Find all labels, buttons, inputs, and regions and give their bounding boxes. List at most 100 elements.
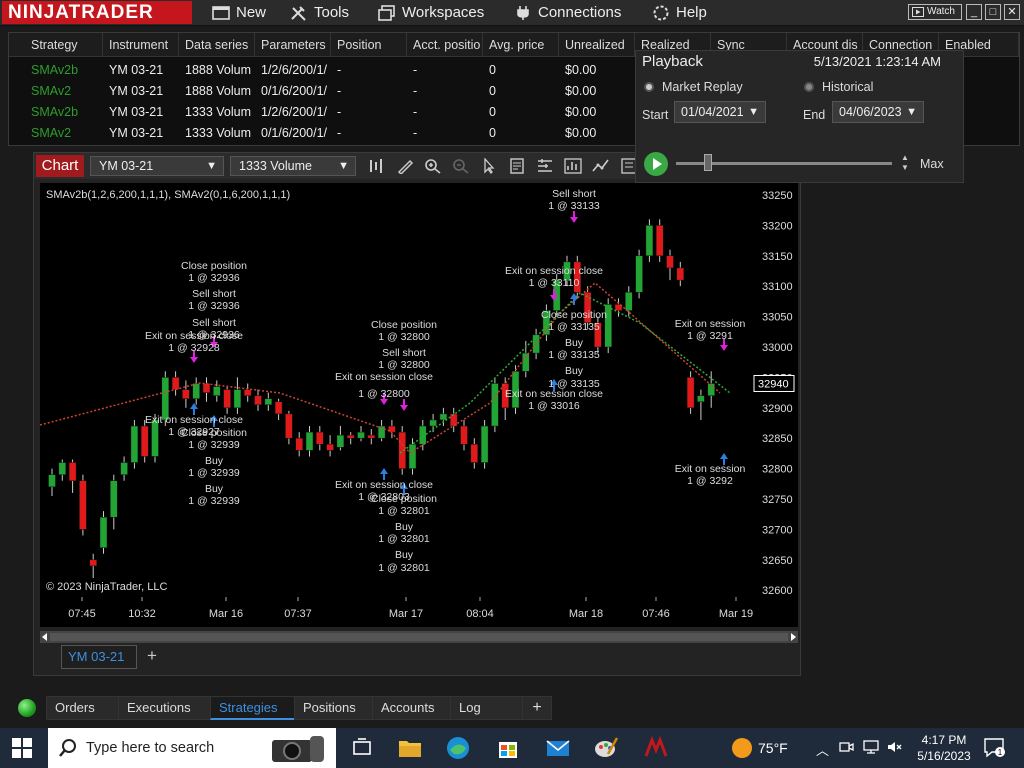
chart-window-label[interactable]: Chart [36, 155, 84, 177]
execution-annotation-label: Exit on session close [335, 371, 433, 383]
sell-arrow-icon [570, 211, 578, 223]
playback-speed-slider-thumb[interactable] [704, 154, 713, 171]
minimize-button[interactable]: _ [966, 4, 982, 20]
column-header-acct-position[interactable]: Acct. positio [407, 33, 483, 57]
edge-browser-icon[interactable] [444, 734, 472, 762]
microsoft-store-icon[interactable] [494, 734, 522, 762]
play-button[interactable] [644, 152, 668, 176]
execution-annotation-label: Exit on session close [335, 479, 433, 491]
candle-body [264, 398, 273, 406]
taskbar-clock[interactable]: 4:17 PM 5/16/2023 [912, 732, 976, 764]
table-row[interactable]: SMAv2b YM 03-21 1333 Volum 1/2/6/200/1/ … [9, 102, 637, 123]
zoom-out-icon[interactable] [452, 158, 470, 174]
market-replay-radio[interactable]: Market Replay [644, 80, 743, 94]
column-header-parameters[interactable]: Parameters [255, 33, 331, 57]
tab-ym-03-21[interactable]: YM 03-21 [61, 645, 137, 669]
tab-log[interactable]: Log [450, 696, 524, 720]
bar-type-icon[interactable] [368, 158, 386, 174]
notifications-icon[interactable]: 1 [984, 738, 1006, 758]
chevron-up-icon[interactable]: ︿ [816, 740, 829, 759]
windows-start-icon[interactable] [12, 738, 32, 758]
candle-body [635, 255, 643, 293]
maximize-button[interactable]: □ [985, 4, 1001, 20]
paint-icon[interactable] [592, 734, 620, 762]
connections-plug-icon [517, 6, 529, 20]
execution-annotation-label: Close position [371, 493, 437, 505]
zoom-in-icon[interactable] [424, 158, 442, 174]
scroll-right-icon[interactable] [789, 633, 797, 641]
execution-annotation-label: Buy [565, 365, 584, 377]
cell-acct-position: - [413, 63, 418, 77]
table-row[interactable]: SMAv2 YM 03-21 1333 Volum 0/1/6/200/1/ -… [9, 123, 637, 144]
menu-new[interactable]: New [212, 2, 266, 24]
instrument-selector[interactable]: YM 03-21 ▼ [90, 156, 224, 176]
chart-horizontal-scrollbar[interactable] [40, 631, 798, 643]
menu-connections[interactable]: Connections [514, 2, 621, 24]
time-tick-label: Mar 17 [389, 608, 423, 620]
column-header-unrealized[interactable]: Unrealized [559, 33, 635, 57]
historical-radio[interactable]: Historical [804, 80, 873, 94]
column-header-position[interactable]: Position [331, 33, 407, 57]
tab-executions[interactable]: Executions [118, 696, 212, 720]
time-axis[interactable]: 07:45 10:32 Mar 16 07:37 Mar 17 08:04 Mar 18 07… [40, 597, 798, 627]
execution-annotation-label: 1 @ 32801 [378, 562, 430, 574]
scroll-left-icon[interactable] [41, 633, 49, 641]
speed-spinner[interactable]: ▲ ▼ [899, 153, 911, 175]
mail-icon[interactable] [544, 734, 572, 762]
interval-selector[interactable]: 1333 Volume ▼ [230, 156, 356, 176]
table-row[interactable]: SMAv2 YM 03-21 1888 Volum 0/1/6/200/1/ -… [9, 81, 637, 102]
candle-body [697, 395, 705, 402]
bottom-tab-bar: Orders Executions Strategies Positions A… [8, 696, 1020, 720]
volume-muted-icon[interactable] [886, 739, 902, 755]
indicators-icon[interactable] [592, 158, 610, 174]
chart-plot-area[interactable]: Close position 1 @ 32936 Sell short 1 @ 329… [40, 183, 750, 597]
cell-data-series: 1888 Volum [185, 84, 252, 98]
weather-widget[interactable]: 75°F [732, 738, 788, 758]
end-date-picker[interactable]: 04/06/2023 ▼ [832, 101, 924, 123]
column-header-data-series[interactable]: Data series [179, 33, 255, 57]
drawing-tool-icon[interactable] [396, 158, 414, 174]
meet-now-icon[interactable] [838, 739, 854, 755]
execution-annotation-label: 1 @ 33135 [548, 349, 600, 361]
menu-tools[interactable]: Tools [290, 2, 349, 24]
tab-strategies[interactable]: Strategies [210, 696, 296, 720]
candle-body [439, 413, 448, 421]
price-axis[interactable]: 3325033200331503310033050330003295032900… [750, 183, 798, 597]
chart-trader-icon[interactable] [536, 158, 554, 174]
cell-parameters: 1/2/6/200/1/ [261, 63, 328, 77]
column-header-avg-price[interactable]: Avg. price [483, 33, 559, 57]
file-explorer-icon[interactable] [396, 734, 424, 762]
menu-workspaces-label: Workspaces [402, 4, 485, 21]
start-date-picker[interactable]: 01/04/2021 ▼ [674, 101, 766, 123]
add-tab-button[interactable]: + [522, 696, 552, 720]
candle-body [243, 389, 252, 396]
column-header-instrument[interactable]: Instrument [103, 33, 179, 57]
execution-annotation-label: Exit on session close [505, 265, 603, 277]
ninjatrader-app-icon[interactable] [642, 734, 670, 762]
menu-tools-label: Tools [314, 4, 350, 21]
menu-help[interactable]: Help [652, 2, 707, 24]
execution-annotation-label: Buy [565, 337, 584, 349]
windows-taskbar: Type here to search 75°F ︿ 4:17 PM 5/16/… [0, 728, 1024, 768]
column-header-strategy[interactable]: Strategy [25, 33, 103, 57]
clock-date: 5/16/2023 [917, 749, 971, 763]
task-view-icon[interactable] [348, 734, 376, 762]
watch-button[interactable]: Watch [908, 4, 962, 20]
data-box-icon[interactable] [508, 158, 526, 174]
tab-orders[interactable]: Orders [46, 696, 120, 720]
menu-workspaces[interactable]: Workspaces [378, 2, 484, 24]
add-tab-button[interactable]: + [142, 647, 162, 667]
pointer-icon[interactable] [480, 158, 498, 174]
candle-body [336, 434, 345, 448]
tab-accounts[interactable]: Accounts [372, 696, 452, 720]
network-icon[interactable] [862, 739, 880, 755]
table-row[interactable]: SMAv2b YM 03-21 1888 Volum 1/2/6/200/1/ … [9, 60, 637, 81]
scrollbar-thumb[interactable] [50, 633, 788, 641]
chevron-down-icon: ▼ [206, 160, 217, 172]
strategies-icon[interactable] [564, 158, 582, 174]
execution-annotation-label: Buy [395, 521, 414, 533]
tab-positions[interactable]: Positions [294, 696, 374, 720]
close-button[interactable]: ✕ [1004, 4, 1020, 20]
search-placeholder: Type here to search [86, 740, 215, 756]
candle-body [120, 462, 128, 475]
